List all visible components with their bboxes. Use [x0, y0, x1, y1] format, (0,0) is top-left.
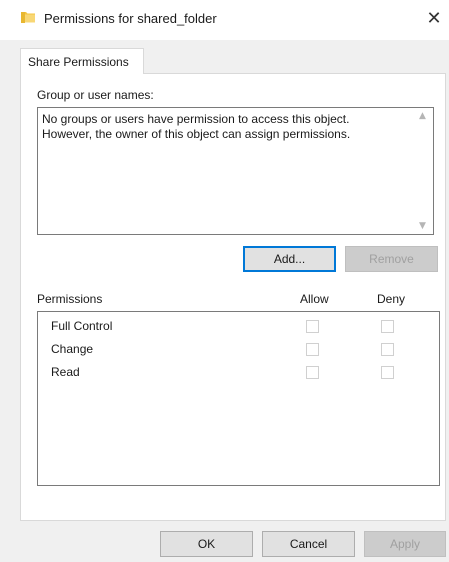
- add-button[interactable]: Add...: [243, 246, 336, 272]
- permissions-header: Permissions: [37, 292, 103, 306]
- permission-row-read: Read: [38, 362, 439, 384]
- close-icon[interactable]: ✕: [423, 8, 445, 30]
- permissions-dialog: Permissions for shared_folder ✕ Share Pe…: [0, 0, 449, 562]
- change-deny-checkbox[interactable]: [381, 343, 394, 356]
- full-control-deny-checkbox[interactable]: [381, 320, 394, 333]
- permission-row-change: Change: [38, 339, 439, 361]
- apply-button[interactable]: Apply: [364, 531, 446, 557]
- allow-column-header: Allow: [300, 292, 329, 306]
- change-allow-checkbox[interactable]: [306, 343, 319, 356]
- group-list-scrollbar[interactable]: ▲ ▼: [416, 108, 433, 234]
- permission-name: Read: [51, 365, 80, 379]
- permissions-list: Full Control Change Read: [37, 311, 440, 486]
- ok-button[interactable]: OK: [160, 531, 253, 557]
- no-users-message-line: However, the owner of this object can as…: [42, 127, 351, 141]
- read-allow-checkbox[interactable]: [306, 366, 319, 379]
- window-title: Permissions for shared_folder: [44, 11, 217, 26]
- full-control-allow-checkbox[interactable]: [306, 320, 319, 333]
- deny-column-header: Deny: [377, 292, 406, 306]
- scroll-up-icon[interactable]: ▲: [419, 111, 426, 121]
- group-user-list[interactable]: No groups or users have permission to ac…: [37, 107, 434, 235]
- no-users-message: No groups or users have permission to ac…: [42, 112, 402, 142]
- group-or-user-names-label: Group or user names:: [37, 88, 154, 102]
- cancel-button[interactable]: Cancel: [262, 531, 355, 557]
- remove-button[interactable]: Remove: [345, 246, 438, 272]
- no-users-message-line: No groups or users have permission to ac…: [42, 112, 350, 126]
- share-permissions-panel: Group or user names: No groups or users …: [20, 73, 446, 521]
- title-bar: Permissions for shared_folder ✕: [0, 0, 449, 40]
- scroll-down-icon[interactable]: ▼: [419, 221, 426, 231]
- folder-icon: [20, 9, 36, 25]
- permission-name: Full Control: [51, 319, 113, 333]
- permission-row-full-control: Full Control: [38, 316, 439, 338]
- read-deny-checkbox[interactable]: [381, 366, 394, 379]
- permission-name: Change: [51, 342, 94, 356]
- tab-share-permissions[interactable]: Share Permissions: [20, 48, 144, 74]
